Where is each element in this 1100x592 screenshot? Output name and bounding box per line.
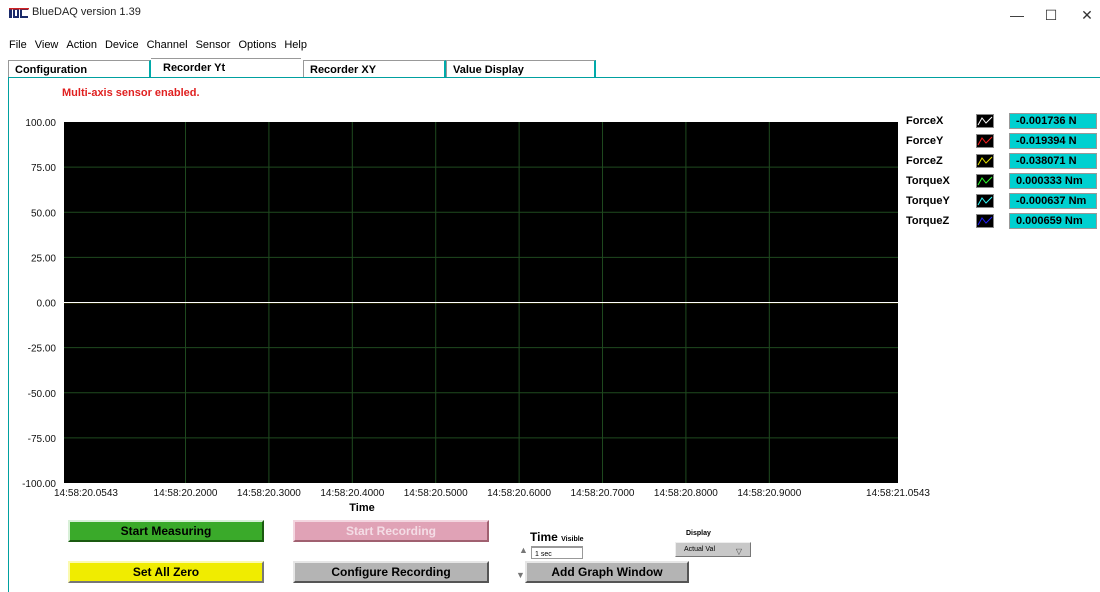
x-tick-label: 14:58:20.8000 [654,488,718,499]
legend-value: 0.000659 Nm [1009,213,1097,229]
x-axis-ticks: 14:58:20.0543 14:58:20.2000 14:58:20.3000 1… [54,488,930,499]
legend-value: -0.019394 N [1009,133,1097,149]
legend-swatch[interactable] [976,214,994,228]
legend-value: -0.001736 N [1009,113,1097,129]
y-tick-label: 50.00 [31,208,56,219]
set-all-zero-button[interactable]: Set All Zero [68,561,264,583]
legend-channel-name: TorqueX [906,175,950,187]
time-visible-label: Time Visible [530,530,584,544]
legend-value: 0.000333 Nm [1009,173,1097,189]
x-tick-label: 14:58:20.7000 [571,488,635,499]
y-tick-label: -100.00 [22,479,56,490]
legend-swatch[interactable] [976,174,994,188]
display-label: Display [686,530,711,537]
time-visible-input[interactable]: 1 sec [531,546,583,559]
legend-row: TorqueZ 0.000659 Nm [906,213,1097,231]
x-tick-label: 14:58:21.0543 [866,488,930,499]
chevron-down-icon: ▽ [735,547,742,556]
y-tick-label: -75.00 [28,434,57,445]
x-tick-label: 14:58:20.4000 [320,488,384,499]
yt-chart: 100.00 75.00 50.00 25.00 0.00 -25.00 -50.00 -75… [22,118,930,514]
x-tick-label: 14:58:20.2000 [154,488,218,499]
y-tick-label: 0.00 [37,299,57,310]
y-tick-label: 75.00 [31,163,56,174]
display-select[interactable]: Actual Val ▽ [675,542,751,557]
legend-row: ForceZ -0.038071 N [906,153,1097,171]
decrement-arrow-icon[interactable]: ▼ [516,570,525,580]
add-graph-window-button[interactable]: Add Graph Window [525,561,689,583]
legend-row: TorqueY -0.000637 Nm [906,193,1097,211]
start-recording-button[interactable]: Start Recording [293,520,489,542]
legend-channel-name: ForceX [906,115,944,127]
legend-row: ForceX -0.001736 N [906,113,1097,131]
y-tick-label: 25.00 [31,253,56,264]
display-select-value: Actual Val [684,546,715,553]
configure-recording-button[interactable]: Configure Recording [293,561,489,583]
y-tick-label: -25.00 [28,344,57,355]
x-axis-label: Time [349,502,374,514]
legend-row: ForceY -0.019394 N [906,133,1097,151]
start-measuring-button[interactable]: Start Measuring [68,520,264,542]
legend-swatch[interactable] [976,154,994,168]
y-tick-label: -50.00 [28,389,57,400]
legend-channel-name: ForceY [906,135,944,147]
x-tick-label: 14:58:20.3000 [237,488,301,499]
legend-channel-name: TorqueY [906,195,950,207]
legend-channel-name: TorqueZ [906,215,950,227]
legend-swatch[interactable] [976,134,994,148]
x-tick-label: 14:58:20.5000 [404,488,468,499]
legend-channel-name: ForceZ [906,155,943,167]
legend-swatch[interactable] [976,194,994,208]
x-tick-label: 14:58:20.9000 [737,488,801,499]
increment-arrow-icon[interactable]: ▲ [519,545,528,555]
y-tick-label: 100.00 [25,118,56,129]
legend-swatch[interactable] [976,114,994,128]
x-tick-label: 14:58:20.6000 [487,488,551,499]
legend-value: -0.000637 Nm [1009,193,1097,209]
y-axis-ticks: 100.00 75.00 50.00 25.00 0.00 -25.00 -50.00 -75… [22,118,56,490]
legend-row: TorqueX 0.000333 Nm [906,173,1097,191]
x-tick-label: 14:58:20.0543 [54,488,118,499]
legend-value: -0.038071 N [1009,153,1097,169]
